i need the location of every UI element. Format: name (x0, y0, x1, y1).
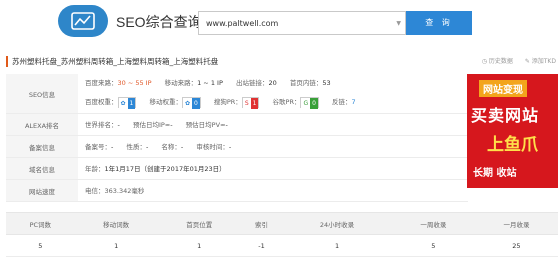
chart-logo-icon (71, 12, 95, 30)
daily-pv-label: 预估日均PV≈ (185, 121, 226, 129)
seo-info-table: SEO信息 百度来路：30 ~ 55 IP 移动来路：1 ~ 1 IP 出站链接… (6, 74, 468, 202)
title-marker (6, 56, 8, 67)
seo-line-2: 百度权重： ✿ 1 移动权重： ✿ 0 搜狗PR： S 1 谷歌PR： G 0 反链：7 (85, 93, 465, 112)
home-position-value: 1 (157, 234, 241, 257)
sogou-pr-label: 搜狗PR： (213, 98, 242, 106)
sogou-icon: S (242, 97, 251, 109)
speed-row: 网站速度 电信：363.342毫秒 (6, 180, 468, 202)
col-mobile-words: 移动词数 (74, 212, 158, 235)
outlinks-label: 出站链接： (235, 79, 269, 87)
mobile-rank-label: 移动权重： (149, 98, 182, 106)
beian-time-value: - (228, 143, 232, 151)
world-rank-label: 世界排名： (85, 121, 118, 129)
telecom-value: 363.342毫秒 (104, 187, 145, 195)
alexa-label: ALEXA排名 (6, 114, 78, 135)
logo (58, 5, 108, 37)
stats-header-row: PC词数 移动词数 首页位置 索引 24小时收录 一周收录 一月收录 (6, 212, 558, 235)
site-title: 苏州塑料托盘_苏州塑料周转箱_上海塑料周转箱_上海塑料托盘 (12, 57, 219, 66)
site-title-bar: 苏州塑料托盘_苏州塑料周转箱_上海塑料周转箱_上海塑料托盘 ◷ 历史数据 ✎ 添… (6, 55, 558, 69)
app-title: SEO综合查询 (116, 14, 202, 30)
ad-line-2: 买卖网站 (471, 106, 540, 125)
domain-label: 域名信息 (6, 158, 78, 179)
beian-name-label: 名称： (161, 143, 181, 151)
indexed-24h-value[interactable]: 1 (282, 234, 392, 257)
mobile-source-value[interactable]: 1 ~ 1 IP (197, 79, 223, 87)
outlinks-value[interactable]: 20 (268, 79, 276, 87)
col-24h-indexed: 24小时收录 (282, 212, 392, 235)
title-actions: ◷ 历史数据 ✎ 添加TKD (472, 55, 556, 69)
stats-row: 5 1 1 -1 1 5 25 (6, 234, 558, 257)
world-rank-value: - (117, 121, 120, 129)
beian-type-value: - (145, 143, 149, 151)
mobile-rank-value: 0 (191, 97, 200, 109)
telecom-label: 电信： (85, 187, 105, 195)
ad-line-3: 上鱼爪 (487, 135, 538, 155)
domain-row: 域名信息 年龄：1年1月17日（创建于2017年01月23日） (6, 158, 468, 180)
indexed-week-value[interactable]: 5 (391, 234, 475, 257)
daily-ip-label: 预估日均IP≈ (132, 121, 171, 129)
col-index: 索引 (240, 212, 283, 235)
tkd-link[interactable]: ✎ 添加TKD (525, 58, 556, 65)
sogou-pr-value: 1 (250, 97, 259, 109)
ad-line-4: 长期 收站 (473, 168, 517, 179)
baidu-rank-badge[interactable]: ✿ 1 (117, 96, 137, 109)
ad-banner[interactable]: 网站变现 买卖网站 上鱼爪 长期 收站 (467, 74, 558, 188)
daily-pv-value: - (225, 121, 228, 129)
search-input[interactable] (199, 12, 387, 34)
domain-age-label: 年龄： (85, 165, 105, 173)
inlinks-value[interactable]: 53 (322, 79, 330, 87)
baidu-paw-icon: ✿ (118, 97, 128, 109)
seo-line-1: 百度来路：30 ~ 55 IP 移动来路：1 ~ 1 IP 出站链接：20 首页… (85, 74, 465, 93)
mobile-words-value[interactable]: 1 (74, 234, 158, 257)
index-value[interactable]: -1 (240, 234, 283, 257)
beian-label: 备案信息 (6, 136, 78, 157)
history-label: 历史数据 (488, 58, 513, 65)
beian-type-label: 性质： (126, 143, 146, 151)
col-month-indexed: 一月收录 (474, 212, 558, 235)
beian-row: 备案信息 备案号：- 性质：- 名称：- 审核时间：- (6, 136, 468, 158)
pc-source-value[interactable]: 30 ~ 55 IP (118, 79, 152, 87)
history-link[interactable]: ◷ 历史数据 (482, 58, 513, 65)
google-pr-label: 谷歌PR： (272, 98, 301, 106)
google-pr-badge[interactable]: G0 (300, 96, 319, 109)
daily-ip-value: - (170, 121, 173, 129)
baidu-rank-value: 1 (127, 97, 136, 109)
baidu-rank-label: 百度权重： (85, 98, 118, 106)
mobile-source-label: 移动来路： (164, 79, 198, 87)
tkd-label: 添加TKD (531, 58, 556, 65)
sogou-pr-badge[interactable]: S1 (241, 96, 260, 109)
alexa-row: ALEXA排名 世界排名：- 预估日均IP≈- 预估日均PV≈- (6, 114, 468, 136)
stats-table: PC词数 移动词数 首页位置 索引 24小时收录 一周收录 一月收录 5 1 1… (6, 212, 558, 257)
domain-age-value: 1年1月17日（创建于2017年01月23日） (104, 165, 226, 173)
pc-source-label: 百度来路： (85, 79, 118, 87)
seo-label: SEO信息 (6, 74, 78, 113)
beian-no-value: - (111, 143, 114, 151)
beian-time-label: 审核时间： (196, 143, 229, 151)
speed-label: 网站速度 (6, 180, 78, 201)
seo-row: SEO信息 百度来路：30 ~ 55 IP 移动来路：1 ~ 1 IP 出站链接… (6, 74, 468, 114)
google-icon: G (301, 97, 311, 109)
pc-words-value[interactable]: 5 (6, 234, 75, 257)
inlinks-label: 首页内链： (289, 79, 323, 87)
dropdown-arrow-icon[interactable]: ▼ (396, 20, 401, 27)
query-button[interactable]: 查 询 (406, 11, 472, 35)
col-week-indexed: 一周收录 (391, 212, 475, 235)
indexed-month-value[interactable]: 25 (474, 234, 558, 257)
mobile-paw-icon: ✿ (182, 97, 192, 109)
ad-line-1: 网站变现 (479, 80, 527, 97)
search-box: ▼ (198, 11, 406, 35)
col-pc-words: PC词数 (6, 212, 75, 235)
beian-name-value: - (180, 143, 184, 151)
google-pr-value: 0 (310, 97, 318, 109)
backlinks-value[interactable]: 7 (352, 98, 356, 106)
col-home-position: 首页位置 (157, 212, 241, 235)
mobile-rank-badge[interactable]: ✿ 0 (181, 96, 201, 109)
beian-no-label: 备案号： (85, 143, 111, 151)
backlinks-label: 反链： (332, 98, 352, 106)
